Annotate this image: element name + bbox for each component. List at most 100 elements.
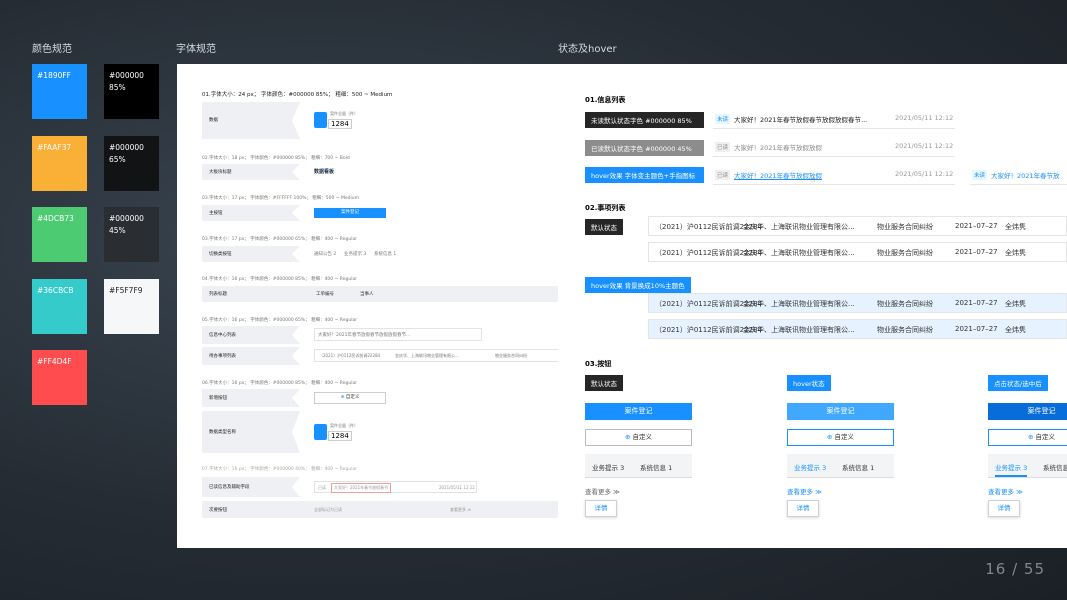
- unread-badge: 未读: [715, 114, 731, 124]
- view-more-link[interactable]: 查看更多 ≫: [988, 486, 1023, 496]
- case-register-button[interactable]: 案件登记: [585, 403, 692, 420]
- hover-bg-tag: hover效果 背景换成10%主题色: [585, 277, 691, 293]
- view-more-link[interactable]: 查看更多 ≫: [585, 486, 620, 496]
- case-register-button[interactable]: 案件登记: [314, 208, 386, 218]
- spec-text-7: 07.字体大小：16 px； 字体颜色：#000000 40%； 粗细：400 …: [202, 467, 358, 472]
- tab-business[interactable]: 业务提示 3: [592, 462, 624, 472]
- detail-button[interactable]: 详情: [585, 500, 617, 517]
- column-header: 当事人: [360, 292, 374, 297]
- row-content: 大家好！2021年春节放假春节放假放假春节...: [292, 326, 572, 344]
- message-hover[interactable]: 已读 大家好！2021年春节放假放假 ☝ 2021/05/11 12:12: [713, 167, 955, 185]
- table-cell: 2021–07–27: [955, 299, 998, 307]
- read-badge: 已读: [318, 485, 326, 490]
- party-name: 金庆华、上海联讯物业管理有限公...: [395, 353, 459, 358]
- row-switch-button: 切换类按钮 通知公告 2 业务提示 3 系统信息 1: [202, 246, 572, 262]
- unread-state-tag: 未读默认状态字色 #000000 85%: [585, 112, 704, 128]
- tab-business[interactable]: 业务提示 3: [344, 251, 366, 257]
- row-label: 待办事项列表: [209, 354, 236, 359]
- table-cell: 金庆华、上海联讯物业管理有限公...: [743, 326, 855, 334]
- row-content: 数据看板: [292, 164, 572, 180]
- table-row[interactable]: （2021）沪0112民诉前调22284 金庆华、上海联讯物业管理有限公... 物业…: [648, 293, 1067, 313]
- row-content: （2021）沪0112民诉前调22284 金庆华、上海联讯物业管理有限公... …: [292, 347, 572, 365]
- message-text: 大家好！2021年春节放假放假: [734, 144, 823, 152]
- custom-button-label: 自定义: [1035, 433, 1056, 441]
- table-cell: 全炜隽: [1005, 326, 1026, 334]
- row-content: 工单编号 当事人: [292, 286, 572, 302]
- case-register-button[interactable]: 案件登记: [787, 403, 894, 420]
- color-swatch: #000000 85%: [104, 64, 159, 119]
- default-state-tag: 默认状态: [585, 219, 623, 235]
- table-cell: 物业服务合同纠纷: [877, 223, 933, 231]
- custom-button-label: 自定义: [632, 433, 653, 441]
- row-secondary-button: 次要按钮 全部标记为已读 查看更多 ≫: [202, 501, 572, 518]
- tab-business[interactable]: 业务提示 3: [995, 462, 1028, 477]
- card-value: 1284: [328, 119, 352, 129]
- message-unread[interactable]: 未读 大家好！2021年春节放假春节放假放假春节... 2021/05/11 1…: [713, 111, 955, 129]
- message-text: 大家好！2021年春节放假放假: [734, 172, 823, 180]
- row-primary-button: 主按钮 案件登记: [202, 205, 572, 221]
- table-cell: 全炜隽: [1005, 223, 1026, 231]
- page-number: 16 / 55: [985, 560, 1045, 578]
- read-info-item[interactable]: 已读 大家好！2021年春节放假春节 2021/05/11 12:12: [314, 481, 477, 493]
- button-heading: 03.按钮: [585, 360, 612, 368]
- color-swatch: #000000 45%: [104, 207, 159, 262]
- view-more-link[interactable]: 查看更多 ≫: [450, 507, 471, 513]
- detail-button[interactable]: 详情: [988, 500, 1020, 517]
- custom-button[interactable]: ⊕ 自定义: [988, 429, 1067, 446]
- table-row[interactable]: （2021）沪0112民诉前调22284 金庆华、上海联讯物业管理有限公... 物业…: [648, 319, 1067, 339]
- row-content: 通知公告 2 业务提示 3 系统信息 1: [292, 246, 572, 262]
- message-hover-second[interactable]: 未读 大家好！2021年春节放: [970, 167, 1067, 185]
- row-list-title: 列表标题 工单编号 当事人: [202, 286, 572, 302]
- card-title: 案件总量（件）: [330, 111, 358, 116]
- color-section-title: 颜色规范: [32, 44, 72, 55]
- case-register-button[interactable]: 案件登记: [988, 403, 1067, 420]
- hover-state-tag: hover状态: [787, 375, 831, 391]
- message-read[interactable]: 已读 大家好！2021年春节放假放假 2021/05/11 12:12: [713, 139, 955, 157]
- info-list-heading: 01.信息列表: [585, 96, 626, 104]
- card-title: 案件总量（件）: [330, 423, 358, 428]
- tab-business[interactable]: 业务提示 3: [794, 462, 826, 472]
- state-section-title: 状态及hover: [558, 44, 617, 55]
- row-label: 列表标题: [209, 292, 227, 297]
- custom-button[interactable]: ⊕ 自定义: [787, 429, 894, 446]
- todo-list-item[interactable]: （2021）沪0112民诉前调22284 金庆华、上海联讯物业管理有限公... …: [314, 349, 562, 362]
- message-date: 2021/05/11 12:12: [895, 170, 954, 178]
- row-label: 新增按钮: [209, 396, 227, 401]
- table-cell: 2021–07–27: [955, 325, 998, 333]
- view-more-link[interactable]: 查看更多 ≫: [787, 486, 822, 496]
- detail-button[interactable]: 详情: [787, 500, 819, 517]
- row-content: 全部标记为已读 查看更多 ≫: [292, 501, 572, 518]
- case-number: （2021）沪0112民诉前调22284: [319, 353, 381, 358]
- table-row[interactable]: （2021）沪0112民诉前调22284 金庆华、上海联讯物业管理有限公... 物业…: [648, 242, 1067, 262]
- read-date: 2021/05/11 12:12: [439, 485, 475, 490]
- color-swatch: #FAAF37: [32, 136, 87, 191]
- tab-system[interactable]: 系统信息 1: [640, 462, 672, 472]
- mark-all-read-link[interactable]: 全部标记为已读: [314, 507, 342, 513]
- message-date: 2021/05/11 12:12: [895, 142, 954, 150]
- table-cell: 全炜隽: [1005, 249, 1026, 257]
- table-cell: 金庆华、上海联讯物业管理有限公...: [743, 249, 855, 257]
- info-list-item[interactable]: 大家好！2021年春节放假春节放假放假春节...: [314, 328, 482, 341]
- custom-button[interactable]: ⊕ 自定义: [314, 392, 386, 404]
- tab-system[interactable]: 系统信息 1: [842, 462, 874, 472]
- plus-icon: ⊕: [1027, 433, 1036, 441]
- table-cell: 金庆华、上海联讯物业管理有限公...: [743, 300, 855, 308]
- table-cell: 物业服务合同纠纷: [877, 249, 933, 257]
- custom-button[interactable]: ⊕ 自定义: [585, 429, 692, 446]
- table-cell: 2021–07–27: [955, 248, 998, 256]
- table-cell: 物业服务合同纠纷: [877, 326, 933, 334]
- tab-notice[interactable]: 通知公告 2: [314, 251, 336, 257]
- row-read-info: 已读信息及辅助字段 已读 大家好！2021年春节放假春节 2021/05/11 …: [202, 477, 572, 497]
- row-content: 案件总量（件） 1284: [292, 102, 572, 139]
- message-text: 大家好！2021年春节放假春节放假放假春节...: [734, 116, 868, 124]
- row-content: 已读 大家好！2021年春节放假春节 2021/05/11 12:12: [292, 477, 572, 497]
- read-badge: 已读: [715, 170, 731, 180]
- case-icon: [314, 112, 327, 128]
- message-date: 2021/05/11 12:12: [895, 114, 954, 122]
- tab-system[interactable]: 系统信息 1: [1043, 462, 1067, 472]
- tab-system[interactable]: 系统信息 1: [374, 251, 396, 257]
- row-label: 数据类型名称: [209, 430, 236, 435]
- table-row[interactable]: （2021）沪0112民诉前调22284 金庆华、上海联讯物业管理有限公... 物业…: [648, 216, 1067, 236]
- row-label: 已读信息及辅助字段: [209, 485, 250, 490]
- board-title: 数据看板: [314, 169, 335, 175]
